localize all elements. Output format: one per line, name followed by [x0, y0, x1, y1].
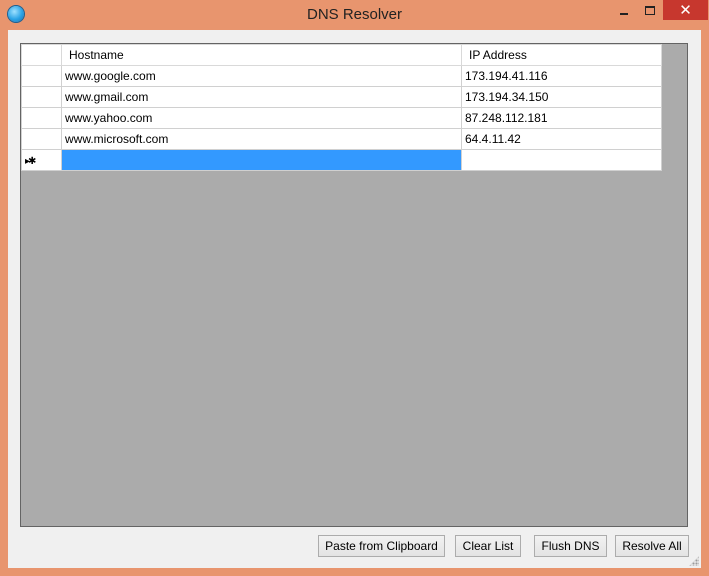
hostname-cell[interactable]: www.google.com: [61, 65, 462, 87]
ip-cell[interactable]: 64.4.11.42: [461, 128, 662, 150]
new-row-indicator-icon: ▸✱: [25, 156, 36, 167]
hosts-table: Hostname IP Address www.google.com 173.1…: [21, 44, 662, 171]
paste-from-clipboard-button[interactable]: Paste from Clipboard: [318, 535, 445, 557]
column-header-ip-address[interactable]: IP Address: [461, 44, 662, 66]
hostname-cell[interactable]: www.yahoo.com: [61, 107, 462, 129]
row-header[interactable]: [21, 86, 62, 108]
close-icon: ✕: [679, 1, 692, 19]
row-header[interactable]: [21, 107, 62, 129]
hostname-cell[interactable]: www.gmail.com: [61, 86, 462, 108]
column-header-hostname[interactable]: Hostname: [61, 44, 462, 66]
flush-dns-button[interactable]: Flush DNS: [534, 535, 607, 557]
table-row[interactable]: www.gmail.com 173.194.34.150: [21, 86, 662, 108]
table-row[interactable]: www.microsoft.com 64.4.11.42: [21, 128, 662, 150]
clear-list-button[interactable]: Clear List: [455, 535, 521, 557]
hosts-grid[interactable]: Hostname IP Address www.google.com 173.1…: [20, 43, 688, 527]
close-button[interactable]: ✕: [663, 0, 708, 20]
hostname-cell[interactable]: www.microsoft.com: [61, 128, 462, 150]
header-row: Hostname IP Address: [21, 44, 662, 66]
button-bar: Paste from Clipboard Clear List Flush DN…: [8, 535, 701, 557]
row-header-corner[interactable]: [21, 44, 62, 66]
row-header[interactable]: [21, 128, 62, 150]
new-ip-cell[interactable]: [461, 149, 662, 171]
ip-cell[interactable]: 173.194.34.150: [461, 86, 662, 108]
table-row[interactable]: www.google.com 173.194.41.116: [21, 65, 662, 87]
maximize-button[interactable]: [637, 0, 663, 20]
table-row[interactable]: www.yahoo.com 87.248.112.181: [21, 107, 662, 129]
new-row-header[interactable]: ▸✱: [21, 149, 62, 171]
title-bar[interactable]: DNS Resolver ✕: [0, 0, 709, 30]
ip-cell[interactable]: 173.194.41.116: [461, 65, 662, 87]
ip-cell[interactable]: 87.248.112.181: [461, 107, 662, 129]
resize-grip-icon[interactable]: [689, 556, 699, 566]
new-hostname-cell[interactable]: [61, 149, 462, 171]
new-row[interactable]: ▸✱: [21, 149, 662, 171]
client-area: Hostname IP Address www.google.com 173.1…: [8, 30, 701, 568]
row-header[interactable]: [21, 65, 62, 87]
dns-resolver-window: DNS Resolver ✕ Hostname IP Address www.g…: [0, 0, 709, 576]
window-title: DNS Resolver: [306, 6, 403, 23]
minimize-button[interactable]: [611, 0, 637, 20]
resolve-all-button[interactable]: Resolve All: [615, 535, 689, 557]
